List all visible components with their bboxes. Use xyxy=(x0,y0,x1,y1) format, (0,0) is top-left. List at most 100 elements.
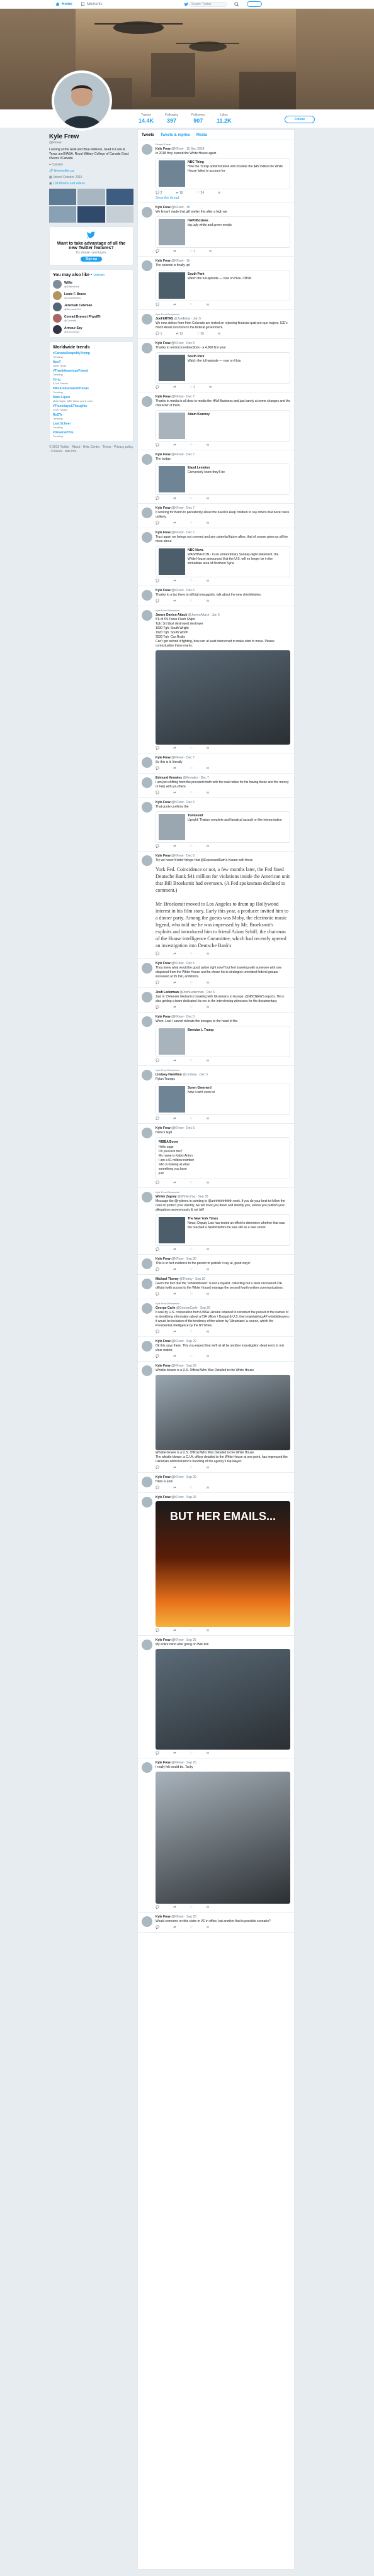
tweet-author[interactable]: Kyle Frew xyxy=(156,1915,171,1919)
retweet-button[interactable]: ⇄ xyxy=(173,1292,176,1296)
like-button[interactable]: ♡ xyxy=(190,1330,192,1334)
trend-item[interactable]: Mark Lipsis Mark Taylor, NBC News and 6 m… xyxy=(53,396,130,402)
tweet[interactable]: Kyle Frew @KFrew · Sep 29 Hello is ahm 💬 … xyxy=(138,1473,294,1493)
like-button[interactable]: ♡ xyxy=(190,1926,192,1929)
nav-moments[interactable]: Moments xyxy=(81,2,103,6)
trend-item[interactable]: Last Scheer Trending xyxy=(53,422,130,429)
avatar[interactable] xyxy=(142,1258,152,1269)
tweet[interactable]: Kyle Frew @KFrew · Sep 29 Whistle-blower … xyxy=(138,1362,294,1473)
trend-item[interactable]: ReSTe Trending xyxy=(53,413,130,420)
tweet[interactable]: Michael Thorny @Thorny · Sep 30 Given the… xyxy=(138,1275,294,1299)
avatar[interactable] xyxy=(142,1365,152,1376)
avatar[interactable] xyxy=(142,144,152,155)
dm-button[interactable]: ✉ xyxy=(207,521,209,525)
search-input[interactable]: Search Twitter xyxy=(189,2,227,7)
tweet-author[interactable]: George Carle xyxy=(156,1306,175,1310)
reply-button[interactable]: 💬 xyxy=(156,1059,159,1063)
retweet-button[interactable]: ⇄ xyxy=(173,521,176,525)
quoted-tweet[interactable]: NBC Thing How the Trump administration wi… xyxy=(156,158,290,189)
tweet-image[interactable] xyxy=(156,650,290,745)
trend-item[interactable]: #CanadaSwapsMyTrump Trending xyxy=(53,352,130,358)
retweet-button[interactable]: ⇄ xyxy=(173,1059,176,1063)
tweet-author[interactable]: Michael Thorny xyxy=(156,1277,179,1281)
tweet[interactable]: Kyle Frew Retweeted Lindsey Hamilton @Lin… xyxy=(138,1066,294,1124)
like-button[interactable]: ♡ xyxy=(190,497,192,501)
tweet[interactable]: Kyle Frew @KFrew · Dec 7 So this is it, l… xyxy=(138,753,294,774)
tweet-meta[interactable]: @KFrew · Dec 7 xyxy=(171,395,195,399)
tweet[interactable]: Kyle Frew @KFrew · Dec 7 Thanks to media … xyxy=(138,392,294,450)
avatar[interactable] xyxy=(142,207,152,218)
dm-button[interactable]: ✉ xyxy=(207,981,209,985)
dm-button[interactable]: ✉ xyxy=(207,599,209,603)
like-button[interactable]: ♡ xyxy=(190,1629,192,1633)
tweet-meta[interactable]: @JoshLederman · Dec 6 xyxy=(179,991,215,994)
photo-thumb[interactable] xyxy=(77,206,105,223)
tweet-author[interactable]: James Davion Attack xyxy=(156,613,187,617)
dm-button[interactable]: ✉ xyxy=(207,1330,209,1334)
tweet-meta[interactable]: @KFrew · 1h xyxy=(171,206,190,209)
reply-button[interactable]: 💬 xyxy=(156,952,159,956)
tweet[interactable]: Kyle Frew @KFrew · Dec 6 Try we haven't l… xyxy=(138,852,294,959)
tweet[interactable]: Kyle Frew @KFrew · Sep 26 BUT HER EMAILS.… xyxy=(138,1493,294,1636)
tweet-author[interactable]: Josh Lederman xyxy=(156,991,179,994)
tweet-author[interactable]: Kyle Frew xyxy=(156,506,171,510)
tweet[interactable]: Kyle Frew @KFrew · Dec 7 Trust again we b… xyxy=(138,528,294,586)
tab-tweets[interactable]: Tweets xyxy=(142,133,154,137)
reply-button[interactable]: 💬 xyxy=(156,303,159,307)
quoted-tweet[interactable]: The New York Times News: Deputy Law has t… xyxy=(156,1214,290,1246)
like-button[interactable]: ♡ xyxy=(190,981,192,985)
like-button[interactable]: ♡ xyxy=(190,747,192,750)
tweet-author[interactable]: Lindsey Hamilton xyxy=(156,1073,182,1077)
like-button[interactable]: ♡ xyxy=(190,1355,192,1358)
like-button[interactable]: ♡ 2 xyxy=(190,386,195,389)
retweet-button[interactable]: ⇄ xyxy=(173,599,176,603)
profile-avatar[interactable] xyxy=(52,70,112,131)
trend-item[interactable]: Zeng 5,345 Tweets xyxy=(53,378,130,385)
avatar[interactable] xyxy=(142,454,152,465)
photos-link[interactable]: 138 Photos and videos xyxy=(53,182,85,186)
tweet-author[interactable]: Kyle Frew xyxy=(156,1761,171,1765)
quoted-tweet[interactable]: South Park Watch the full episode — now o… xyxy=(156,270,290,301)
dm-button[interactable]: ✉ xyxy=(207,1486,209,1490)
tweet-author[interactable]: Kyle Frew xyxy=(156,1638,171,1642)
retweet-button[interactable]: ⇄ xyxy=(173,1752,176,1755)
avatar[interactable] xyxy=(142,1916,152,1927)
tweet-meta[interactable]: @KFrew · Dec 7 xyxy=(171,531,195,535)
retweet-button[interactable]: ⇄ xyxy=(173,952,176,956)
avatar[interactable] xyxy=(142,1341,152,1352)
refresh-link[interactable]: Refresh xyxy=(93,274,105,277)
retweet-button[interactable]: ⇄ xyxy=(173,845,176,848)
tweet-author[interactable]: Kyle Frew xyxy=(156,854,171,858)
tweet[interactable]: Kyle Frew @KFrew · Dec 5 Hehe's legit RIBB… xyxy=(138,1124,294,1188)
retweet-button[interactable]: ⇄ 12 xyxy=(176,332,183,336)
twitter-bird-icon[interactable] xyxy=(184,2,189,7)
like-button[interactable]: ♡ xyxy=(190,1181,192,1185)
dm-button[interactable]: ✉ xyxy=(207,1292,209,1296)
like-button[interactable]: ♡ 24 xyxy=(197,191,204,195)
follow-button[interactable]: Follow xyxy=(285,116,315,123)
tweet-meta[interactable]: @KFrew · Dec 7 xyxy=(171,506,195,510)
tweet-meta[interactable]: @KFrew · Dec 5 xyxy=(171,341,195,345)
retweet-button[interactable]: ⇄ xyxy=(173,791,176,795)
show-thread-link[interactable]: Show this thread xyxy=(156,196,290,200)
avatar[interactable] xyxy=(142,1279,152,1289)
reply-button[interactable]: 💬 xyxy=(156,1629,159,1633)
reply-button[interactable]: 💬 xyxy=(156,845,159,848)
dm-button[interactable]: ✉ xyxy=(207,1906,209,1909)
dm-button[interactable]: ✉ xyxy=(218,191,220,195)
dm-button[interactable]: ✉ xyxy=(218,332,220,336)
tweet[interactable]: Kyle Frew @KFrew · Dec 6 That quote confi… xyxy=(138,798,294,852)
reply-button[interactable]: 💬 xyxy=(156,443,159,447)
dm-button[interactable]: ✉ xyxy=(207,1926,209,1929)
quoted-tweet[interactable]: NBC News WASHINGTON - In an extraordinary… xyxy=(156,546,290,577)
tweet-author[interactable]: Kyle Frew xyxy=(156,341,171,345)
retweet-button[interactable]: ⇄ xyxy=(173,1926,176,1929)
tweet[interactable]: Kyle Frew Retweeted Winter Zagroy @Winter… xyxy=(138,1188,294,1255)
search-icon[interactable] xyxy=(234,1,242,8)
reply-button[interactable]: 💬 xyxy=(156,521,159,525)
reply-button[interactable]: 💬 xyxy=(156,1268,159,1272)
retweet-button[interactable]: ⇄ xyxy=(173,981,176,985)
tweet-author[interactable]: Kyle Frew xyxy=(156,1364,171,1368)
dm-button[interactable]: ✉ xyxy=(207,1181,209,1185)
trend-item[interactable]: #Thursdays&Thoughts 107K Tweets xyxy=(53,404,130,411)
